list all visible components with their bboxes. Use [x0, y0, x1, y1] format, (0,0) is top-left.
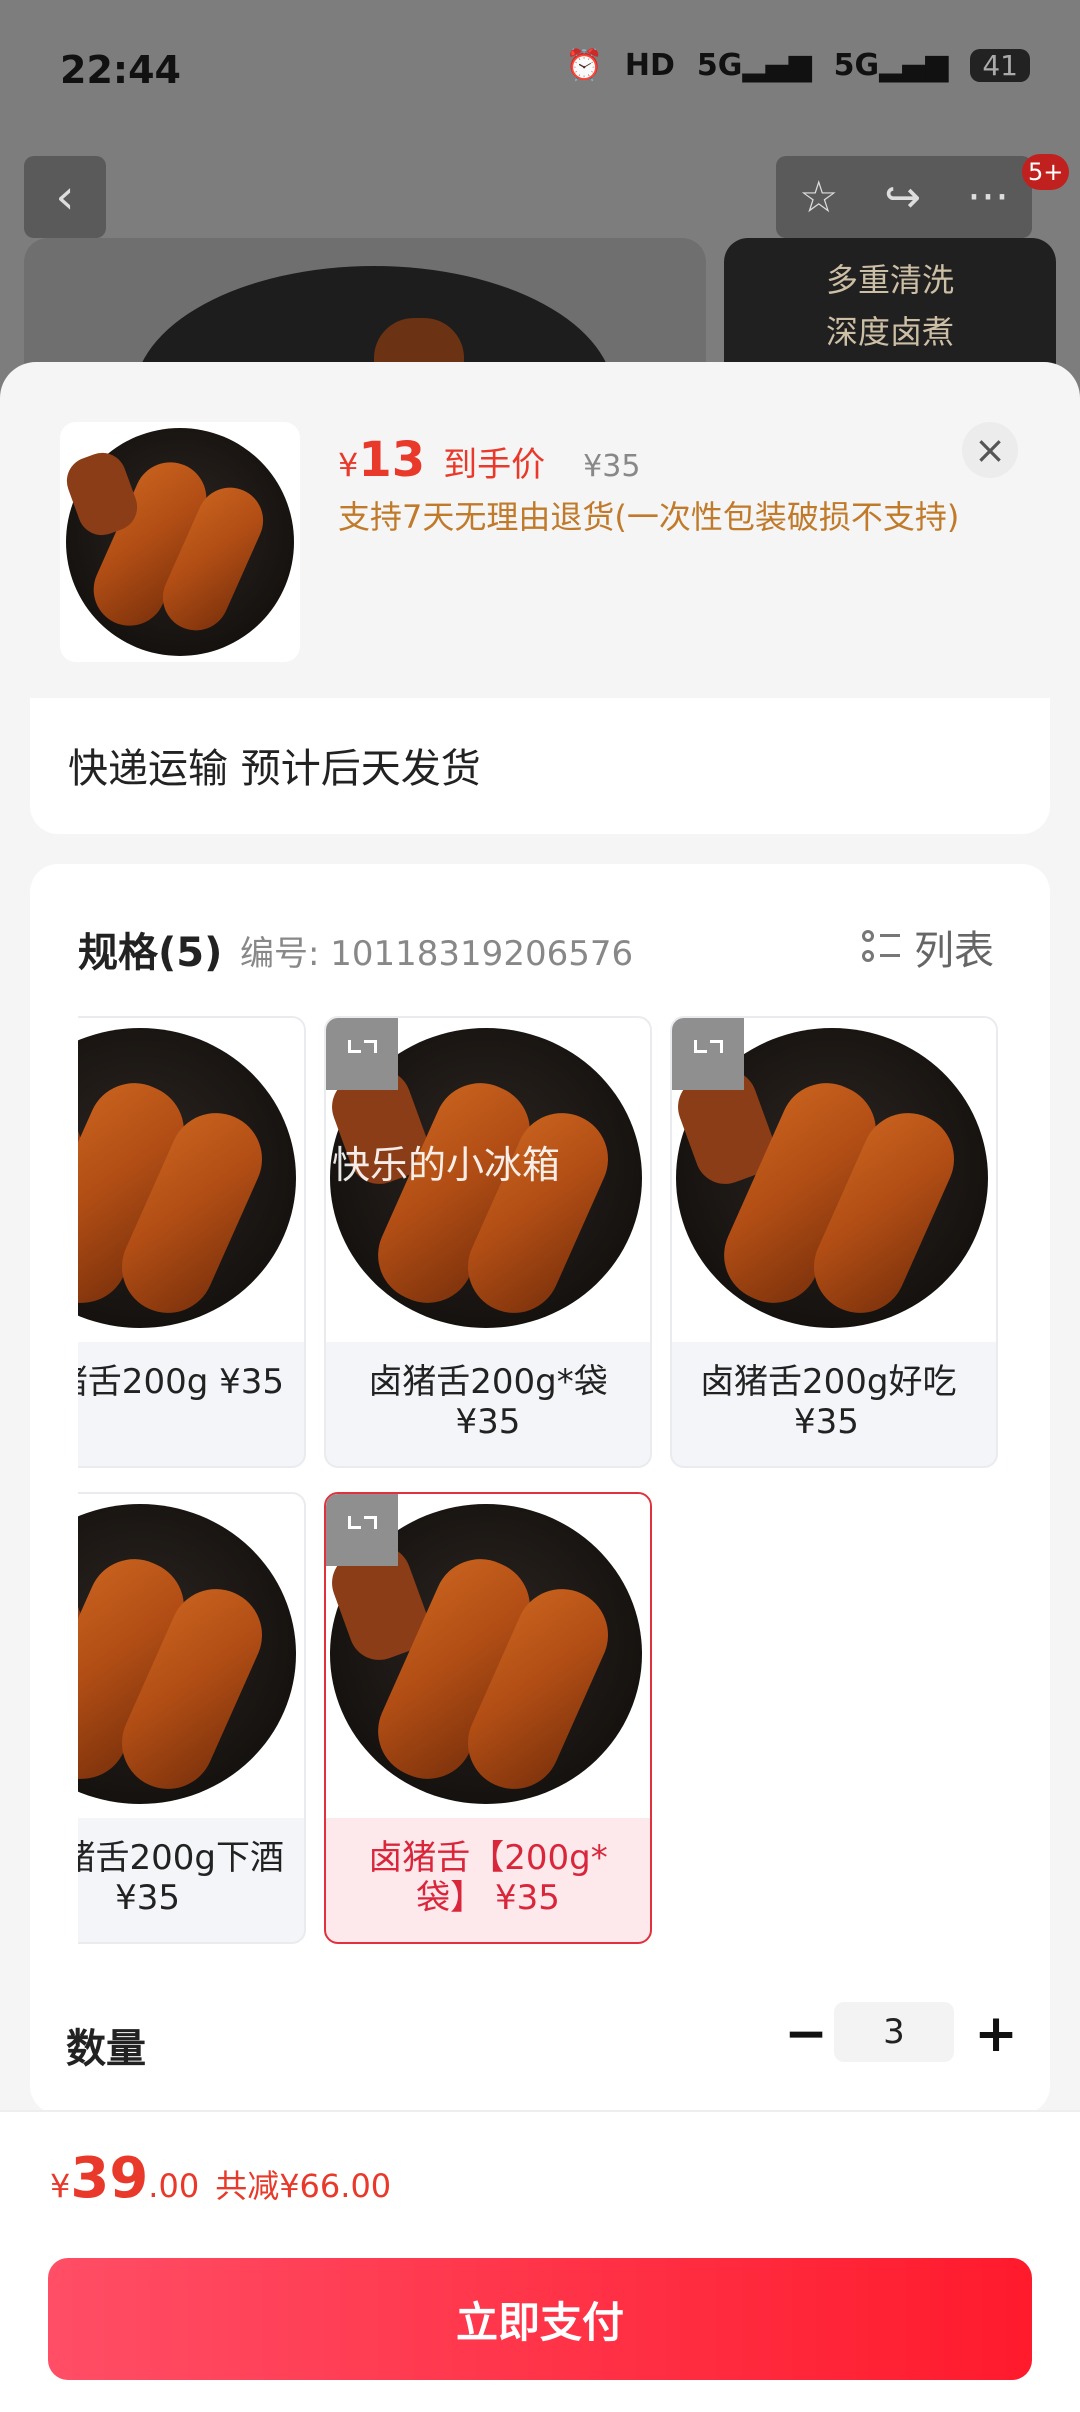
spec-option-price: ¥35 [115, 1878, 180, 1918]
shipping-card: 快递运输 预计后天发货 [30, 698, 1050, 834]
status-icons: ⏰ HD 5G▂▄▆ 5G▂▄▆ 41 [566, 48, 1030, 83]
expand-icon[interactable] [326, 1018, 398, 1090]
original-price: ¥35 [583, 449, 641, 484]
spec-option-label: 卤猪舌200g好吃 ¥35 [672, 1348, 996, 1466]
spec-option[interactable]: 快乐的小冰箱 卤猪舌200g*袋 ¥35 [324, 1016, 652, 1468]
message-badge: 5+ [1022, 154, 1070, 190]
spec-card: 规格(5) 编号: 10118319206576 列表 卤猪舌200g ¥35 … [30, 864, 1050, 2114]
spec-option-image [672, 1018, 996, 1342]
status-bar: 22:44 ⏰ HD 5G▂▄▆ 5G▂▄▆ 41 [0, 0, 1080, 140]
list-label: 列表 [914, 928, 994, 974]
spec-option-image [78, 1494, 304, 1818]
total-decimal: .00 [148, 2167, 200, 2205]
spec-option-name: 卤猪舌200g好吃 [700, 1362, 957, 1402]
quantity-increment-button[interactable]: + [968, 2004, 1024, 2064]
status-time: 22:44 [60, 48, 181, 92]
quantity-input[interactable]: 3 [834, 2002, 954, 2062]
spec-option-name: 卤猪舌200g下酒 [78, 1838, 284, 1878]
spec-option-price: ¥35 [794, 1402, 859, 1442]
expand-icon[interactable] [672, 1018, 744, 1090]
spec-option[interactable]: 卤猪舌200g下酒 ¥35 [78, 1492, 306, 1944]
spec-code: 编号: 10118319206576 [240, 934, 634, 974]
signal-5g-icon: 5G▂▄▆ [696, 48, 812, 83]
spec-option-image: 快乐的小冰箱 [326, 1018, 650, 1342]
product-header: ¥ 13 到手价 ¥35 支持7天无理由退货(一次性包装破损不支持) × [0, 362, 1080, 702]
quantity-label: 数量 [66, 2026, 146, 2072]
star-icon[interactable]: ☆ [799, 172, 838, 223]
image-watermark: 快乐的小冰箱 [332, 1143, 561, 1187]
top-actions: ☆ ↪ ··· [776, 156, 1032, 238]
battery-icon: 41 [970, 49, 1030, 82]
total-line: ¥ 39 .00 共减¥66.00 [50, 2146, 391, 2211]
spec-title: 规格(5) [78, 930, 223, 976]
price-currency: ¥ [338, 446, 359, 484]
checkout-bar: ¥ 39 .00 共减¥66.00 立即支付 [0, 2110, 1080, 2412]
spec-option[interactable]: 卤猪舌200g ¥35 [78, 1016, 306, 1468]
spec-option-price: ¥35 [455, 1402, 521, 1442]
hero-side-line: 深度卤煮 [825, 313, 954, 351]
hd-icon: HD [624, 48, 675, 83]
spec-option-selected[interactable]: 卤猪舌【200g*袋】 ¥35 [324, 1492, 652, 1944]
list-icon [862, 928, 900, 966]
spec-option-label: 卤猪舌200g下酒 ¥35 [78, 1824, 304, 1942]
hero-side-line: 多重清洗 [825, 261, 954, 299]
more-icon[interactable]: ··· [967, 172, 1009, 223]
quantity-decrement-button[interactable]: − [778, 2004, 834, 2064]
alarm-icon: ⏰ [565, 48, 603, 83]
close-icon: × [974, 428, 1006, 472]
spec-option-image [326, 1494, 650, 1818]
price-value: 13 [358, 432, 426, 488]
chevron-left-icon: ‹ [55, 169, 75, 225]
spec-option-label: 卤猪舌200g*袋 ¥35 [326, 1348, 650, 1466]
price-line: ¥ 13 到手价 ¥35 [338, 432, 640, 488]
shipping-text: 快递运输 预计后天发货 [68, 746, 481, 792]
back-button[interactable]: ‹ [24, 156, 106, 238]
total-integer: 39 [70, 2146, 149, 2211]
spec-option-label: 卤猪舌【200g*袋】 ¥35 [368, 1838, 608, 1918]
share-icon[interactable]: ↪ [884, 172, 921, 223]
pay-now-button[interactable]: 立即支付 [48, 2258, 1032, 2380]
price-label: 到手价 [443, 445, 546, 485]
spec-grid: 卤猪舌200g ¥35 快乐的小冰箱 卤猪舌200g*袋 ¥35 [78, 1008, 1002, 1958]
spec-option-image [78, 1018, 304, 1342]
total-discount: 共减¥66.00 [215, 2167, 392, 2205]
spec-option-name: 卤猪舌200g*袋 [368, 1362, 608, 1402]
list-view-toggle[interactable]: 列表 [862, 918, 994, 976]
product-thumbnail[interactable] [60, 422, 300, 662]
signal-5g-icon-2: 5G▂▄▆ [833, 48, 949, 83]
total-currency: ¥ [50, 2167, 71, 2205]
close-button[interactable]: × [962, 422, 1018, 478]
purchase-sheet: ¥ 13 到手价 ¥35 支持7天无理由退货(一次性包装破损不支持) × 快递运… [0, 362, 1080, 2412]
expand-icon[interactable] [326, 1494, 398, 1566]
spec-option-label: 卤猪舌200g ¥35 [78, 1362, 284, 1402]
return-policy-note: 支持7天无理由退货(一次性包装破损不支持) [338, 498, 960, 536]
spec-option[interactable]: 卤猪舌200g好吃 ¥35 [670, 1016, 998, 1468]
